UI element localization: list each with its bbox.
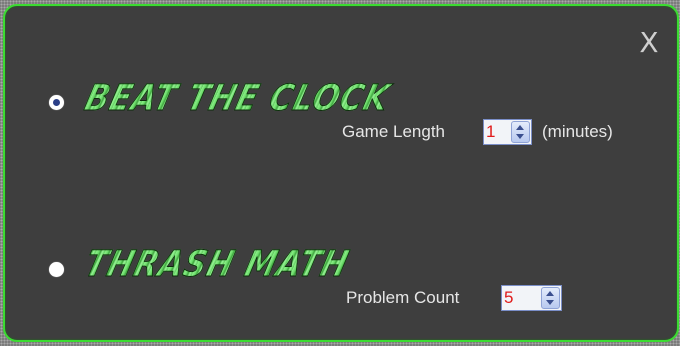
problem-count-stepper-arrows[interactable] (541, 287, 560, 309)
game-length-label: Game Length (342, 122, 446, 141)
chevron-down-icon[interactable] (546, 300, 554, 305)
game-length-stepper-arrows[interactable] (511, 121, 530, 143)
game-length-value[interactable]: 1 (486, 121, 495, 143)
thrash-math-title: THRASH MATH (80, 244, 354, 286)
problem-count-spinner[interactable]: 5 (501, 285, 562, 311)
chevron-down-icon[interactable] (516, 134, 524, 139)
problem-count-label: Problem Count (346, 288, 460, 307)
game-length-spinner[interactable]: 1 (483, 119, 532, 145)
chevron-up-icon[interactable] (546, 291, 554, 296)
game-mode-dialog: X BEAT THE CLOCK Game Length 1 (minutes)… (3, 4, 679, 342)
thrash-math-radio[interactable] (49, 262, 64, 277)
game-length-unit: (minutes) (542, 122, 613, 141)
chevron-up-icon[interactable] (516, 125, 524, 130)
problem-count-value[interactable]: 5 (504, 287, 513, 309)
beat-the-clock-title: BEAT THE CLOCK (80, 78, 395, 120)
beat-the-clock-radio[interactable] (49, 95, 64, 110)
close-button[interactable]: X (634, 26, 664, 60)
